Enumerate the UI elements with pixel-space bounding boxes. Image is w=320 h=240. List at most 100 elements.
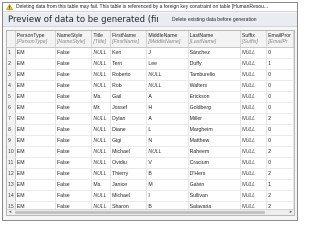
row-number: 13	[7, 179, 16, 191]
table-cell: 0	[266, 102, 294, 114]
table-cell: 2	[266, 190, 294, 202]
preview-data-grid[interactable]: PersonType [PersonType] NameStyle [NameStyl…	[6, 30, 295, 216]
column-header-source: [FirstName]	[112, 39, 139, 46]
table-cell: NULL	[240, 113, 268, 125]
row-number: 5	[7, 91, 16, 103]
table-cell: A	[146, 113, 189, 125]
table-cell: Duffy	[188, 58, 241, 70]
table-cell: NULL	[240, 168, 268, 180]
scroll-left-arrow-icon[interactable]: ◂	[7, 210, 13, 215]
table-cell: False	[55, 102, 93, 114]
table-cell: NULL	[91, 58, 112, 70]
column-header-source: [Suffix]	[241, 39, 258, 46]
table-cell: NULL	[240, 69, 268, 81]
table-row[interactable]: 6 EM False Mr. Jossef H Goldberg NULL 0	[7, 102, 294, 114]
delete-existing-data-option[interactable]: Delete existing data before generation	[172, 17, 257, 23]
table-cell: NULL	[146, 146, 189, 158]
column-header[interactable]: EmailPror [EmailPr	[266, 31, 294, 48]
table-cell: NULL	[240, 146, 268, 158]
table-cell: Ms.	[91, 91, 112, 103]
column-header[interactable]: Title [Title]	[91, 31, 112, 48]
row-number: 14	[7, 190, 16, 202]
table-cell: Roberto	[110, 69, 148, 81]
row-number: 1	[7, 47, 16, 59]
column-header[interactable]: Suffix [Suffix]	[240, 31, 268, 48]
table-cell: Cracium	[188, 157, 241, 169]
table-row[interactable]: 7 EM False NULL Dylan A Miller NULL 2	[7, 113, 294, 125]
table-cell: 0	[266, 91, 294, 103]
table-cell: Galvin	[188, 179, 241, 191]
column-header-source: [Title]	[93, 39, 107, 46]
table-cell: EM	[15, 124, 56, 136]
table-cell: V	[146, 157, 189, 169]
preview-header: Preview of data to be generated (first 1…	[3, 13, 297, 27]
row-number: 7	[7, 113, 16, 125]
table-cell: Dylan	[110, 113, 148, 125]
table-cell: A	[146, 91, 189, 103]
column-header[interactable]: PersonType [PersonType]	[15, 31, 56, 48]
table-cell: Sánchez	[188, 47, 241, 59]
column-header[interactable]: NameStyle [NameStyle]	[55, 31, 93, 48]
table-cell: NULL	[240, 47, 268, 59]
column-header[interactable]: FirstName [FirstName]	[110, 31, 148, 48]
table-cell: NULL	[240, 179, 268, 191]
table-cell: 0	[266, 80, 294, 92]
table-cell: EM	[15, 179, 56, 191]
column-header[interactable]: LastName [LastName]	[188, 31, 241, 48]
preview-title: Preview of data to be generated (first 1…	[8, 14, 158, 25]
table-cell: EM	[15, 69, 56, 81]
table-row[interactable]: 5 EM False Ms. Gail A Erickson NULL 0	[7, 91, 294, 103]
table-cell: EM	[15, 146, 56, 158]
table-row[interactable]: 9 EM False NULL Gigi N Matthew NULL 0	[7, 135, 294, 147]
table-cell: Janice	[110, 179, 148, 191]
table-cell: Walters	[188, 80, 241, 92]
scroll-right-arrow-icon[interactable]: ▸	[288, 210, 294, 215]
column-header-source: [LastName]	[189, 39, 217, 46]
table-cell: 0	[266, 124, 294, 136]
table-cell: Ken	[110, 47, 148, 59]
horizontal-scrollbar[interactable]: ◂ ▸	[7, 209, 294, 215]
table-row[interactable]: 8 EM False NULL Diane L Margheim NULL 0	[7, 124, 294, 136]
column-header-row: PersonType [PersonType] NameStyle [NameStyl…	[7, 31, 294, 48]
table-cell: Erickson	[188, 91, 241, 103]
table-cell: EM	[15, 190, 56, 202]
table-cell: Miller	[188, 113, 241, 125]
table-cell: Mr.	[91, 102, 112, 114]
table-cell: Michael	[110, 190, 148, 202]
table-cell: Margheim	[188, 124, 241, 136]
table-row[interactable]: 14 EM False NULL Michael I Sullivan NULL 2	[7, 190, 294, 202]
table-cell: L	[146, 124, 189, 136]
row-number: 11	[7, 157, 16, 169]
table-row[interactable]: 3 EM False NULL Roberto NULL Tamburello NULL 0	[7, 69, 294, 81]
table-cell: 0	[266, 47, 294, 59]
table-cell: False	[55, 146, 93, 158]
table-cell: NULL	[91, 190, 112, 202]
table-row[interactable]: 1 EM False NULL Ken J Sánchez NULL 0	[7, 47, 294, 59]
table-row[interactable]: 10 EM False NULL Michael NULL Raheem NULL 2	[7, 146, 294, 158]
row-number: 9	[7, 135, 16, 147]
table-cell: 0	[266, 135, 294, 147]
table-cell: False	[55, 69, 93, 81]
table-cell: Jossef	[110, 102, 148, 114]
table-row[interactable]: 13 EM False Ms. Janice M Galvin NULL 1	[7, 179, 294, 191]
table-row[interactable]: 11 EM False NULL Ovidiu V Cracium NULL 0	[7, 157, 294, 169]
data-generation-preview-window: Deleting data from this table may fail. …	[2, 2, 298, 221]
table-cell: False	[55, 135, 93, 147]
table-cell: EM	[15, 102, 56, 114]
table-cell: NULL	[91, 135, 112, 147]
table-cell: NULL	[91, 168, 112, 180]
table-cell: EM	[15, 58, 56, 70]
table-row[interactable]: 4 EM False NULL Rob NULL Walters NULL 0	[7, 80, 294, 92]
table-row[interactable]: 2 EM False NULL Terri Lee Duffy NULL 1	[7, 58, 294, 70]
table-cell: NULL	[240, 58, 268, 70]
table-row[interactable]: 12 EM False NULL Thierry B D'Hers NULL 2	[7, 168, 294, 180]
table-cell: NULL	[91, 113, 112, 125]
table-cell: NULL	[91, 47, 112, 59]
table-cell: False	[55, 157, 93, 169]
row-number: 8	[7, 124, 16, 136]
table-cell: H	[146, 102, 189, 114]
table-cell: False	[55, 179, 93, 191]
scrollbar-thumb[interactable]	[15, 211, 265, 214]
table-cell: NULL	[240, 80, 268, 92]
column-header[interactable]: MiddleName [MiddleName]	[146, 31, 189, 48]
